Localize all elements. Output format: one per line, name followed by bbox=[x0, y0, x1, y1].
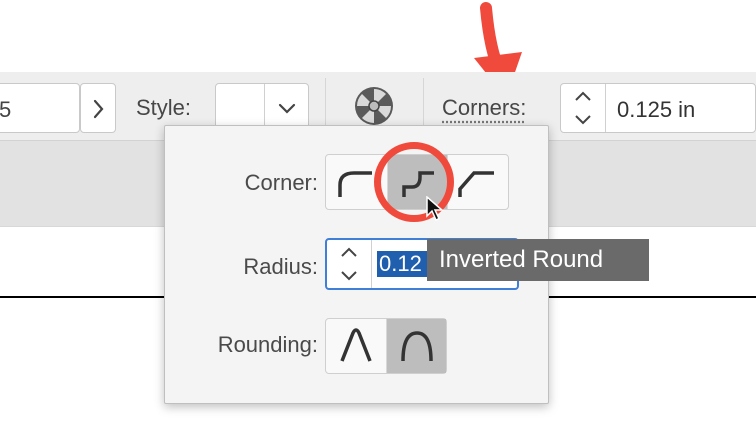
corners-label[interactable]: Corners: bbox=[442, 95, 526, 121]
corners-stepper[interactable] bbox=[561, 84, 606, 132]
radius-label: Radius: bbox=[243, 254, 318, 279]
relative-rounding-icon bbox=[401, 331, 433, 362]
chamfer-corner-button[interactable] bbox=[447, 155, 508, 209]
corners-value: 0.125 in bbox=[617, 97, 696, 122]
corner-label: Corner: bbox=[244, 170, 318, 195]
chevron-right-icon bbox=[93, 99, 104, 119]
mouse-cursor-icon bbox=[426, 196, 444, 222]
next-arrow-button[interactable] bbox=[80, 83, 116, 133]
style-label: Style: bbox=[136, 95, 192, 120]
absolute-rounding-button[interactable] bbox=[326, 319, 386, 373]
rounding-selector[interactable] bbox=[325, 318, 447, 374]
recolor-artwork-icon[interactable] bbox=[354, 86, 394, 126]
relative-rounding-button[interactable] bbox=[386, 319, 446, 373]
up-down-arrows-icon bbox=[575, 91, 591, 125]
corners-radius-field[interactable]: 0.125 in bbox=[560, 83, 756, 133]
absolute-rounding-icon bbox=[340, 328, 372, 362]
tooltip: Inverted Round bbox=[427, 239, 649, 281]
chamfer-corner-icon bbox=[458, 171, 495, 197]
radius-stepper[interactable] bbox=[327, 240, 372, 288]
stroke-weight-value: 5 bbox=[0, 97, 12, 122]
rounding-label: Rounding: bbox=[217, 332, 318, 357]
up-down-arrows-icon bbox=[341, 247, 357, 281]
stroke-weight-field[interactable]: 5 bbox=[0, 83, 80, 133]
